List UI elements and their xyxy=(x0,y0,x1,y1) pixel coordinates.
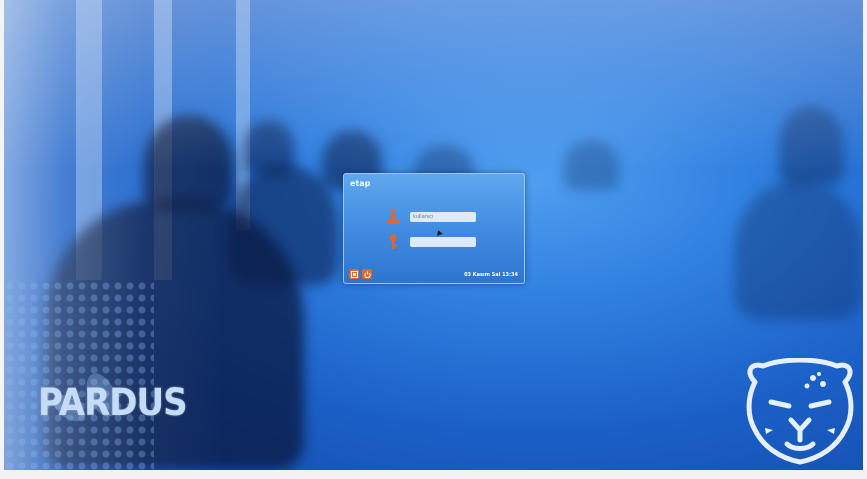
username-row xyxy=(386,209,476,225)
dialog-title: etap xyxy=(350,179,371,188)
user-icon xyxy=(387,210,399,224)
password-row xyxy=(386,234,476,250)
monitor-bezel xyxy=(0,470,867,479)
login-dialog: etap 03 Kasım Sal 13:34 xyxy=(343,173,525,284)
reflection-person xyxy=(144,115,234,210)
pardus-logo: PARDUS xyxy=(38,381,188,425)
username-input[interactable] xyxy=(410,212,476,222)
session-icon xyxy=(350,270,358,278)
key-icon xyxy=(389,234,397,249)
leopard-logo-icon xyxy=(746,358,854,465)
power-button[interactable] xyxy=(362,269,372,279)
reflection-person xyxy=(734,180,863,320)
password-input[interactable] xyxy=(410,237,476,247)
clock-display: 03 Kasım Sal 13:34 xyxy=(464,272,518,278)
reflection-person xyxy=(564,140,619,190)
session-button[interactable] xyxy=(349,269,359,279)
power-icon xyxy=(363,271,371,278)
reflection-person xyxy=(779,105,844,185)
dot-pattern xyxy=(4,280,154,470)
dialog-buttons xyxy=(349,269,372,279)
